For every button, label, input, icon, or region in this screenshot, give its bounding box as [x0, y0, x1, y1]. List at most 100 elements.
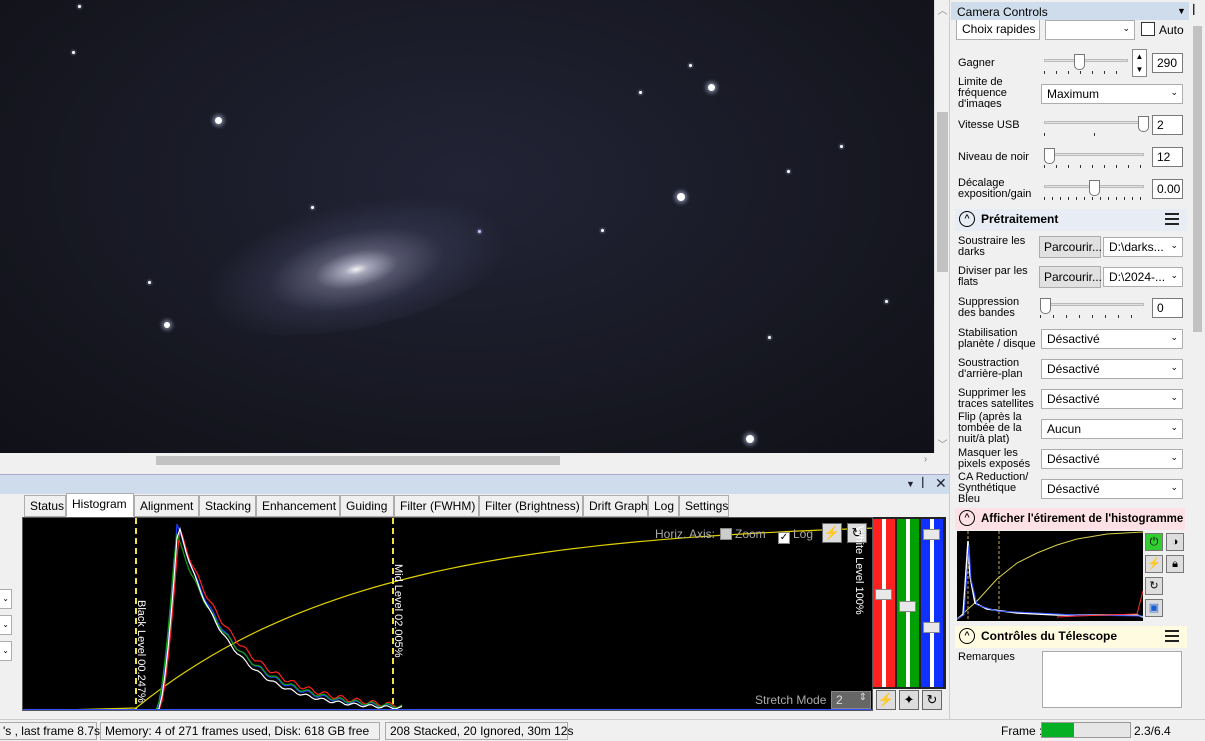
stretch-curve [38, 527, 872, 710]
black-level-slider[interactable] [1044, 148, 1144, 170]
star-icon[interactable]: ✦ [899, 690, 919, 710]
scroll-up-icon[interactable]: ︿ [935, 2, 950, 17]
viewer-horizontal-scrollbar[interactable]: › [0, 453, 934, 468]
tab-enhancement[interactable]: Enhancement [256, 495, 340, 517]
offset-slider[interactable] [1044, 180, 1144, 202]
blue-channel-slider[interactable] [921, 519, 943, 687]
close-icon[interactable]: ✕ [935, 475, 947, 492]
bands-slider[interactable] [1040, 298, 1144, 320]
black-level-input[interactable]: 12 [1152, 147, 1183, 167]
gain-input[interactable]: 290 [1152, 53, 1183, 73]
image-viewer[interactable] [0, 0, 934, 453]
tab-guiding[interactable]: Guiding [340, 495, 394, 517]
darks-dropdown[interactable]: D:\darks... ⌄ [1103, 237, 1183, 257]
bands-input[interactable]: 0 [1152, 298, 1183, 318]
save-icon[interactable]: ▣ [1145, 599, 1163, 617]
menu-icon[interactable] [1165, 630, 1179, 642]
scroll-right-icon[interactable]: › [918, 454, 933, 465]
choix-rapides-label: Choix rapides [962, 22, 1036, 36]
dropdown-icon[interactable]: ▼ [906, 479, 915, 489]
mini-histogram-curves [956, 531, 1144, 621]
menu-icon[interactable] [1165, 213, 1179, 225]
stretch-mode-stepper[interactable]: 2 ⇕ [831, 691, 871, 709]
offset-input[interactable]: 0.00 [1152, 179, 1183, 199]
tab-filter-brightness[interactable]: Filter (Brightness) [479, 495, 583, 517]
collapse-icon[interactable]: ^ [959, 510, 975, 526]
red-knob[interactable] [875, 589, 892, 600]
histogram-curves [23, 518, 872, 710]
zoom-checkbox-box[interactable] [720, 528, 732, 540]
blue-knob[interactable] [923, 529, 940, 540]
gain-slider[interactable] [1044, 54, 1128, 76]
contrast-icon[interactable]: ◑ [1166, 533, 1184, 551]
tab-settings[interactable]: Settings [679, 495, 729, 517]
background-dropdown[interactable]: Désactivé ⌄ [1041, 359, 1183, 379]
ca-reduction-dropdown[interactable]: Désactivé ⌄ [1041, 479, 1183, 499]
tab-filter-fwhm[interactable]: Filter (FWHM) [394, 495, 479, 517]
scroll-thumb[interactable] [156, 456, 560, 465]
power-icon[interactable]: ⏻ [1145, 533, 1163, 551]
tab-status[interactable]: Status [24, 495, 66, 517]
auto-label: Auto [1159, 23, 1184, 37]
flats-browse-button[interactable]: Parcourir... [1039, 266, 1102, 288]
viewer-vertical-scrollbar[interactable]: ︿ ﹀ [934, 0, 949, 453]
usb-input[interactable]: 2 [1152, 115, 1183, 135]
green-channel-slider[interactable] [897, 519, 919, 687]
lightning-icon[interactable]: ⚡ [1145, 555, 1163, 573]
zoom-checkbox[interactable]: Zoom [720, 527, 766, 541]
stepper-arrows-icon[interactable]: ⇕ [859, 692, 867, 703]
lightning-icon[interactable]: ⚡ [876, 690, 896, 710]
stabilisation-dropdown[interactable]: Désactivé ⌄ [1041, 329, 1183, 349]
gain-stepper[interactable]: ▲ ▼ [1132, 49, 1147, 77]
log-checkbox-box[interactable]: ✓ [778, 532, 790, 544]
lock-icon[interactable]: 🔒︎ [1166, 555, 1184, 573]
blue-knob-low[interactable] [923, 622, 940, 633]
pin-icon[interactable]: ꟾ [1192, 4, 1196, 18]
collapse-icon[interactable]: ^ [959, 628, 975, 644]
scroll-thumb[interactable] [937, 112, 948, 272]
lightning-icon[interactable]: ⚡ [822, 523, 842, 543]
right-panel-scrollbar[interactable] [1190, 20, 1205, 700]
reset-icon[interactable]: ↻ [922, 690, 942, 710]
red-channel-slider[interactable] [873, 519, 895, 687]
white-level-label: White Level 100% [853, 526, 865, 615]
tab-histogram[interactable]: Histogram [66, 493, 134, 517]
usb-slider[interactable] [1044, 116, 1149, 138]
choix-rapides-dropdown[interactable]: ⌄ [1045, 20, 1135, 40]
dropdown-icon[interactable]: ▼ [1177, 6, 1186, 16]
green-knob[interactable] [899, 601, 916, 612]
reset-icon[interactable]: ↻ [1145, 577, 1163, 595]
hot-pixels-dropdown[interactable]: Désactivé ⌄ [1041, 449, 1183, 469]
flip-dropdown[interactable]: Aucun ⌄ [1041, 419, 1183, 439]
tab-log[interactable]: Log [648, 495, 679, 517]
star [787, 170, 790, 173]
auto-checkbox[interactable] [1141, 22, 1155, 36]
darks-browse-button[interactable]: Parcourir... [1039, 236, 1102, 258]
flats-dropdown[interactable]: D:\2024-... ⌄ [1103, 267, 1183, 287]
star [478, 230, 481, 233]
telescope-header[interactable]: ^ Contrôles du Télescope [955, 626, 1187, 648]
tab-stacking[interactable]: Stacking [199, 495, 256, 517]
scroll-down-icon[interactable]: ﹀ [935, 436, 950, 451]
tab-alignment[interactable]: Alignment [134, 495, 199, 517]
satellite-dropdown[interactable]: Désactivé ⌄ [1041, 389, 1183, 409]
star [768, 336, 771, 339]
darks-label: Soustraire les darks [958, 235, 1026, 258]
remarks-textarea[interactable] [1042, 651, 1182, 708]
remarks-label: Remarques [958, 651, 1015, 663]
frame-rate-dropdown[interactable]: Maximum ⌄ [1041, 84, 1183, 104]
pin-icon[interactable]: ꟾ [921, 477, 925, 491]
pretraitement-header[interactable]: ^ Prétraitement [955, 209, 1187, 231]
star [677, 193, 685, 201]
collapse-icon[interactable]: ^ [959, 211, 975, 227]
log-checkbox[interactable]: ✓ Log [778, 527, 813, 544]
left-dropdown[interactable]: ⌄ [0, 641, 12, 661]
left-dropdown[interactable]: ⌄ [0, 615, 12, 635]
star [215, 117, 222, 124]
histogram-stretch-header[interactable]: ^ Afficher l'étirement de l'histogramme [955, 508, 1185, 530]
ca-reduction-value: Désactivé [1047, 482, 1100, 496]
tab-drift-graph[interactable]: Drift Graph [583, 495, 648, 517]
scroll-thumb[interactable] [1193, 26, 1202, 332]
histogram-plot[interactable]: Horiz. Axis: Zoom ✓ Log ⚡ ↻ Black Level 0… [22, 517, 873, 711]
left-dropdown[interactable]: ⌄ [0, 589, 12, 609]
